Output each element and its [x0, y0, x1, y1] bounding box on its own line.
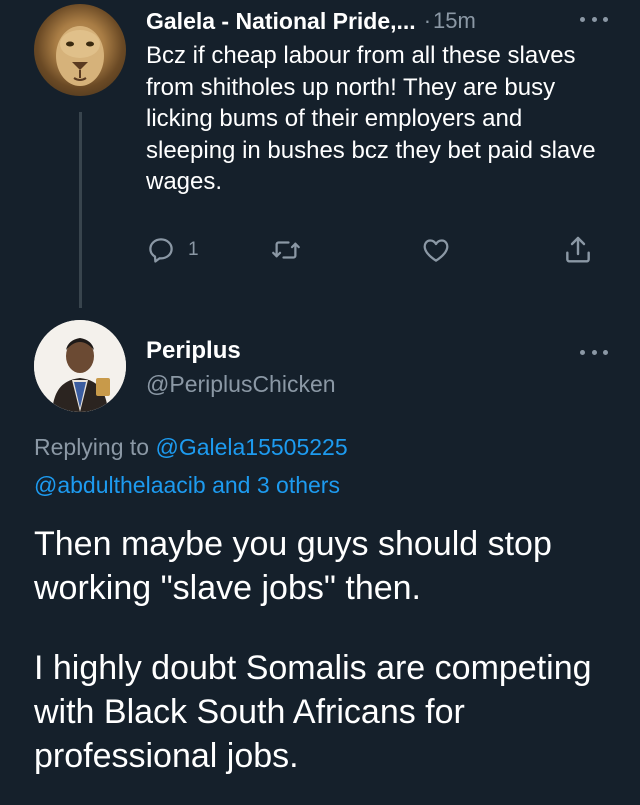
thread-line — [79, 112, 82, 308]
mention-link-galela[interactable]: @Galela15505225 — [155, 434, 347, 460]
like-button[interactable] — [420, 232, 452, 268]
time-separator: · — [423, 8, 432, 33]
retweet-button[interactable] — [270, 232, 302, 268]
main-display-name[interactable]: Periplus — [146, 337, 241, 365]
parent-tweet-text: Bcz if cheap labour from all these slave… — [146, 42, 596, 195]
person-photo-image — [34, 320, 126, 412]
parent-display-name[interactable]: Galela - National Pride,... — [146, 8, 416, 35]
more-icon[interactable] — [580, 345, 608, 359]
more-icon[interactable] — [580, 12, 608, 26]
main-tweet-paragraph-2: I highly doubt Somalis are competing wit… — [34, 649, 592, 775]
parent-action-bar: 1 — [146, 232, 600, 268]
retweet-icon — [272, 241, 300, 259]
periplus-avatar[interactable] — [34, 320, 126, 412]
mention-link-abdulthelaacib[interactable]: @abdulthelaacib — [34, 472, 206, 498]
replying-to-label: Replying to — [34, 434, 150, 460]
reply-count: 1 — [188, 239, 199, 260]
others-link[interactable]: 3 others — [257, 472, 340, 498]
main-handle[interactable]: @PeriplusChicken — [146, 371, 336, 398]
share-button[interactable] — [562, 232, 594, 268]
parent-timestamp[interactable]: 15m — [433, 8, 476, 34]
share-icon — [566, 236, 590, 263]
and-label: and — [212, 472, 251, 498]
lion-avatar[interactable] — [34, 4, 126, 96]
parent-tweet[interactable]: Galela - National Pride,... · 15m Bcz if… — [0, 0, 640, 310]
reply-button[interactable]: 1 — [146, 232, 199, 268]
replying-to: Replying to @Galela15505225 @abdulthelaa… — [34, 428, 624, 504]
parent-author-line: Galela - National Pride,... · 15m — [146, 6, 476, 36]
like-icon — [423, 239, 449, 262]
lion-face-image — [56, 26, 104, 86]
main-tweet-paragraph-1: Then maybe you guys should stop working … — [34, 525, 552, 607]
reply-icon — [149, 238, 173, 263]
